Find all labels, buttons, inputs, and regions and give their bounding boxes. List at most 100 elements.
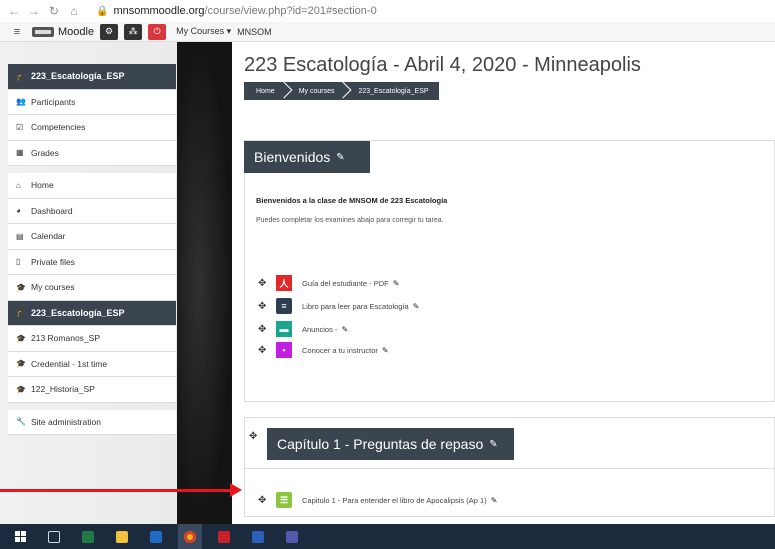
section-title: Bienvenidos xyxy=(254,149,331,165)
breadcrumb: Home My courses 223_Escatología_ESP xyxy=(244,82,439,100)
task-view-icon[interactable] xyxy=(42,524,66,549)
drawer-item-label: Participants xyxy=(31,96,76,107)
drawer-item-course-current[interactable]: 🎓 223_Escatología_ESP xyxy=(8,300,176,326)
edit-pencil-icon[interactable]: ✎ xyxy=(341,325,348,334)
drawer-item-label: Calendar xyxy=(31,231,66,242)
drawer-item-label: Competencies xyxy=(31,122,86,133)
activity-link[interactable]: Conocer a tu instructor xyxy=(302,346,378,355)
drawer-shadow xyxy=(177,42,232,524)
move-icon[interactable]: ✥ xyxy=(258,345,270,356)
edit-pencil-icon[interactable]: ✎ xyxy=(491,496,498,505)
graduation-cap-icon: 🎓 xyxy=(16,384,26,394)
table-icon: ▦ xyxy=(16,148,24,158)
activity-row: ✥ ▬ Anuncios - ✎ xyxy=(258,321,348,337)
chrome-icon[interactable] xyxy=(178,524,202,549)
breadcrumb-course[interactable]: 223_Escatología_ESP xyxy=(344,82,438,100)
home-icon[interactable]: ⌂ xyxy=(66,4,82,18)
graduation-cap-icon: 🎓 xyxy=(16,71,26,81)
drawer-gap xyxy=(8,166,176,173)
graduation-cap-icon: 🎓 xyxy=(16,359,26,369)
hierarchy-icon[interactable]: ⁂ xyxy=(124,23,143,40)
activity-row: ✥ ☰ Capitulo 1 - Para entender el libro … xyxy=(258,492,497,508)
drawer-item-calendar[interactable]: ▤ Calendar xyxy=(8,224,176,250)
drawer-item-competencies[interactable]: ☑ Competencies xyxy=(8,115,176,141)
drawer-item-historia[interactable]: 🎓 122_Historia_SP xyxy=(8,377,176,403)
drawer-item-dashboard[interactable]: ◕ Dashboard xyxy=(8,198,176,224)
logo-mark xyxy=(32,26,54,37)
section-0-card xyxy=(244,140,775,402)
drawer-item-label: 223_Escatología_ESP xyxy=(31,307,125,318)
forward-icon[interactable]: → xyxy=(26,4,42,18)
settings-toggle-icon[interactable]: ⚙ xyxy=(100,23,119,40)
drawer-gap xyxy=(8,403,176,410)
edit-pencil-icon[interactable]: ✎ xyxy=(336,152,344,163)
breadcrumb-my-courses[interactable]: My courses xyxy=(285,82,345,100)
word-icon[interactable] xyxy=(246,524,270,549)
activity-link[interactable]: Anuncios - xyxy=(302,325,337,334)
drawer-item-grades[interactable]: ▦ Grades xyxy=(8,140,176,166)
drawer-item-label: Site administration xyxy=(31,416,101,427)
dashboard-icon: ◕ xyxy=(16,206,21,216)
activity-row: ✥ ≡ Libro para leer para Escatología ✎ xyxy=(258,298,419,314)
welcome-heading: Bienvenidos a la clase de MNSOM de 223 E… xyxy=(256,196,448,205)
graduation-cap-icon: 🎓 xyxy=(16,282,26,292)
my-courses-label: My Courses xyxy=(176,26,225,36)
windows-start-icon[interactable] xyxy=(8,524,32,549)
move-icon[interactable]: ✥ xyxy=(258,301,270,312)
windows-taskbar xyxy=(0,524,775,549)
edit-pencil-icon[interactable]: ✎ xyxy=(489,439,497,450)
drawer-item-site-admin[interactable]: 🔧 Site administration xyxy=(8,409,176,435)
drawer-item-home[interactable]: ⌂ Home xyxy=(8,173,176,199)
page-icon: ▪ xyxy=(276,342,292,358)
move-icon[interactable]: ✥ xyxy=(258,324,270,335)
activity-row: ✥ ▪ Conocer a tu instructor ✎ xyxy=(258,342,389,358)
edit-pencil-icon[interactable]: ✎ xyxy=(382,346,389,355)
edit-pencil-icon[interactable]: ✎ xyxy=(413,302,420,311)
excel-icon[interactable] xyxy=(76,524,100,549)
my-courses-menu[interactable]: My Courses ▾ xyxy=(176,26,231,37)
acrobat-icon[interactable] xyxy=(212,524,236,549)
activity-link[interactable]: Guía del estudiante - PDF xyxy=(302,279,389,288)
drawer-item-romanos[interactable]: 🎓 213 Romanos_SP xyxy=(8,326,176,352)
pdf-icon: 人 xyxy=(276,275,292,291)
url-host: mnsommoodle.org xyxy=(113,5,205,17)
drawer-item-my-courses[interactable]: 🎓 My courses xyxy=(8,275,176,301)
back-icon[interactable]: ← xyxy=(6,4,22,18)
drawer-item-credential[interactable]: 🎓 Credential - 1st time xyxy=(8,351,176,377)
url-path: /course/view.php?id=201#section-0 xyxy=(204,5,377,17)
section-0-heading: Bienvenidos ✎ xyxy=(244,141,370,173)
address-bar[interactable]: mnsommoodle.org/course/view.php?id=201#s… xyxy=(113,5,376,17)
activity-link[interactable]: Libro para leer para Escatología xyxy=(302,302,409,311)
outlook-icon[interactable] xyxy=(144,524,168,549)
brand-label: Moodle xyxy=(58,25,95,38)
activity-row: ✥ 人 Guía del estudiante - PDF ✎ xyxy=(258,275,399,291)
drawer-item-label: 213 Romanos_SP xyxy=(31,333,100,344)
section-title: Capítulo 1 - Preguntas de repaso xyxy=(277,436,484,452)
move-icon[interactable]: ✥ xyxy=(249,431,257,442)
drawer-list: 🎓 223_Escatología_ESP 👥 Participants ☑ Comp… xyxy=(8,64,176,435)
graduation-cap-icon: 🎓 xyxy=(16,333,26,343)
annotation-arrow-shaft xyxy=(0,489,232,492)
reload-icon[interactable]: ↻ xyxy=(46,4,62,18)
teams-icon[interactable] xyxy=(280,524,304,549)
drawer-item-participants[interactable]: 👥 Participants xyxy=(8,89,176,115)
document-icon: ≡ xyxy=(276,298,292,314)
drawer-item-private-files[interactable]: ▯ Private files xyxy=(8,249,176,275)
breadcrumb-home[interactable]: Home xyxy=(244,82,285,100)
file-explorer-icon[interactable] xyxy=(110,524,134,549)
activity-link[interactable]: Capitulo 1 - Para entender el libro de A… xyxy=(302,496,487,505)
edit-pencil-icon[interactable]: ✎ xyxy=(393,279,400,288)
wrench-icon: 🔧 xyxy=(16,417,26,427)
lock-icon: 🔒 xyxy=(96,5,109,17)
moodle-logo[interactable]: Moodle xyxy=(32,26,94,38)
move-icon[interactable]: ✥ xyxy=(258,495,270,506)
drawer-item-course[interactable]: 🎓 223_Escatología_ESP xyxy=(8,64,176,90)
navbar-current-site[interactable]: MNSOM xyxy=(237,27,272,37)
power-icon[interactable]: ⏻ xyxy=(148,23,167,40)
forum-icon: ▬ xyxy=(276,321,292,337)
move-icon[interactable]: ✥ xyxy=(258,278,270,289)
moodle-navbar: ≡ Moodle ⚙ ⁂ ⏻ My Courses ▾ MNSOM xyxy=(0,22,775,42)
menu-toggle-icon[interactable]: ≡ xyxy=(8,26,26,38)
drawer-item-label: Private files xyxy=(31,256,75,267)
home-icon: ⌂ xyxy=(16,180,21,190)
